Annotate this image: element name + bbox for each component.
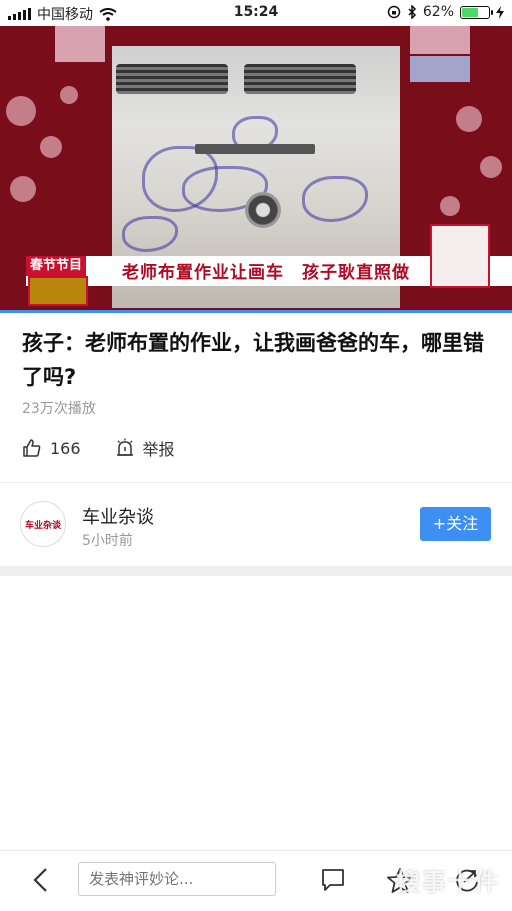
bluetooth-icon xyxy=(408,5,416,19)
video-progress-bar[interactable] xyxy=(0,310,512,313)
report-button[interactable]: 举报 xyxy=(143,436,175,460)
svg-text:车业杂谈: 车业杂谈 xyxy=(25,519,62,531)
program-logo xyxy=(28,276,88,306)
divider xyxy=(0,482,512,483)
bottom-bar: 搜事十件 xyxy=(0,850,512,911)
author-avatar[interactable]: 车业杂谈 xyxy=(20,501,66,547)
video-title: 孩子：老师布置的作业，让我画爸爸的车，哪里错了吗? xyxy=(22,331,484,389)
play-count: 23万次播放 xyxy=(22,401,96,417)
battery-percent: 62% xyxy=(422,4,454,20)
follow-button[interactable]: +关注 xyxy=(420,507,491,541)
video-caption: 老师布置作业让画车 孩子耿直照做 xyxy=(122,263,410,283)
watermark: 搜事十件 xyxy=(396,868,500,896)
program-tag: 春节节目 xyxy=(26,256,86,276)
status-bar: 中国移动 15:24 62% xyxy=(0,0,512,26)
comment-input[interactable] xyxy=(78,862,276,896)
video-caption-banner: 春节节目 老师布置作业让画车 孩子耿直照做 xyxy=(26,224,512,306)
video-player[interactable]: 春节节目 老师布置作业让画车 孩子耿直照做 xyxy=(0,26,512,312)
battery-icon xyxy=(460,5,493,19)
report-icon[interactable] xyxy=(115,438,135,458)
comment-icon[interactable] xyxy=(320,867,346,893)
thumbs-up-icon[interactable] xyxy=(22,438,42,458)
like-count[interactable]: 166 xyxy=(50,439,81,458)
charging-icon xyxy=(496,5,504,19)
author-name[interactable]: 车业杂谈 xyxy=(82,503,154,529)
back-arrow-icon[interactable] xyxy=(30,867,52,893)
author-logo: 车业杂谈 xyxy=(25,519,62,531)
host-thumbnail xyxy=(430,224,490,288)
orientation-lock-icon xyxy=(387,5,401,19)
section-divider xyxy=(0,566,512,576)
publish-time: 5小时前 xyxy=(82,533,133,549)
